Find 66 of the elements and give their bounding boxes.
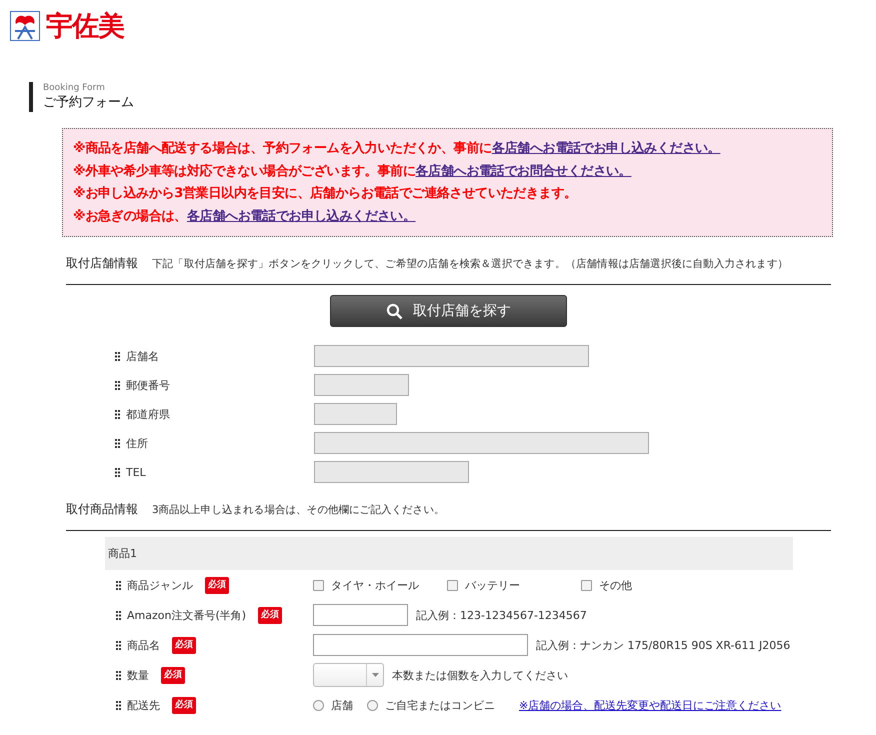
- required-badge: 必須: [258, 606, 282, 624]
- heading-title: ご予約フォーム: [43, 94, 135, 112]
- example-hint: 記入例：123-1234567-1234567: [416, 608, 587, 622]
- field-label: TEL: [126, 466, 146, 478]
- field-label: 郵便番号: [126, 378, 170, 392]
- grip-icon: [116, 580, 121, 590]
- grip-icon: [115, 438, 120, 448]
- notice-text: ※お急ぎの場合は、各店舗へお電話でお申し込みください。: [73, 208, 417, 226]
- notice-text: ※お申し込みから3営業日以内を目安に、店舗からお電話でご連絡させていただきます。: [73, 184, 578, 203]
- input-field[interactable]: [314, 432, 649, 454]
- checkbox[interactable]: [447, 580, 458, 590]
- caret-icon: [372, 673, 378, 677]
- input-field[interactable]: [314, 374, 409, 396]
- input-field[interactable]: [314, 345, 589, 367]
- grip-icon: [115, 468, 120, 476]
- required-badge: 必須: [161, 666, 185, 684]
- field-label: 都道府県: [126, 406, 170, 422]
- example-hint: 記入例：ナンカン 175/80R15 90S XR-611 J2056: [536, 638, 790, 652]
- grip-icon: [116, 640, 121, 650]
- field-label: 商品ジャンル: [127, 578, 193, 592]
- logo-text: 宇佐美: [46, 12, 124, 40]
- notice-link[interactable]: ※店舗の場合、配送先変更や配送日にご注意ください: [519, 698, 782, 712]
- grip-icon: [115, 380, 120, 390]
- search-icon: [386, 302, 403, 320]
- grip-icon: [115, 352, 120, 360]
- field-label: 数量: [127, 668, 149, 682]
- radio-label: ご自宅またはコンビニ: [385, 698, 495, 712]
- checkbox-label: その他: [599, 578, 632, 592]
- checkbox-label: バッテリー: [465, 578, 520, 592]
- required-badge: 必須: [172, 636, 196, 654]
- checkbox-label: タイヤ・ホイール: [331, 578, 419, 592]
- field-label: 住所: [126, 436, 148, 450]
- grip-icon: [115, 410, 120, 418]
- field-label: 店舗名: [126, 348, 159, 364]
- notice-link[interactable]: 各店舗へお電話でお問合せください。: [416, 164, 632, 178]
- quantity-select[interactable]: [313, 663, 384, 687]
- grip-icon: [116, 610, 121, 620]
- section-title: 取付店舗情報: [66, 255, 138, 272]
- field-label: Amazon注文番号(半角): [127, 608, 246, 622]
- section-title: 取付商品情報: [66, 501, 138, 518]
- input-field[interactable]: [314, 403, 397, 425]
- required-badge: 必須: [172, 696, 196, 714]
- notice-link[interactable]: 各店舗へお電話でお申し込みください。: [492, 141, 720, 156]
- field-label: 商品名: [127, 638, 160, 652]
- input-field[interactable]: [313, 604, 408, 626]
- field-hint: 本数または個数を入力してください: [392, 668, 568, 682]
- product-title: 商品1: [108, 546, 137, 561]
- grip-icon: [116, 670, 121, 680]
- heading-subtitle: Booking Form: [43, 82, 106, 94]
- input-field[interactable]: [313, 634, 528, 656]
- input-field[interactable]: [314, 461, 469, 483]
- checkbox[interactable]: [313, 580, 324, 590]
- section-note: 3商品以上申し込まれる場合は、その他欄にご記入ください。: [152, 502, 444, 516]
- notice-text: ※外車や希少車等は対応できない場合がございます。事前に各店舗へお電話でお問合せください。: [73, 162, 632, 180]
- checkbox[interactable]: [581, 580, 592, 590]
- notice-text: ※商品を店舗へ配送する場合は、予約フォームを入力いただくか、事前に各店舗へお電話でお申し込みください。: [73, 140, 722, 158]
- find-store-button[interactable]: 取付店舗を探す: [330, 295, 567, 327]
- grip-icon: [116, 700, 121, 710]
- required-badge: 必須: [205, 576, 229, 594]
- radio-button[interactable]: [313, 700, 324, 710]
- field-label: 配送先: [127, 698, 160, 712]
- section-note: 下記「取付店舗を探す」ボタンをクリックして、ご希望の店舗を検索＆選択できます。（店舗情報は店舗選択後に自動入力されます）: [152, 256, 788, 270]
- radio-button[interactable]: [367, 700, 378, 710]
- logo-icon: [10, 11, 40, 41]
- radio-label: 店舗: [331, 698, 353, 712]
- notice-link[interactable]: 各店舗へお電話でお申し込みください。: [186, 208, 416, 224]
